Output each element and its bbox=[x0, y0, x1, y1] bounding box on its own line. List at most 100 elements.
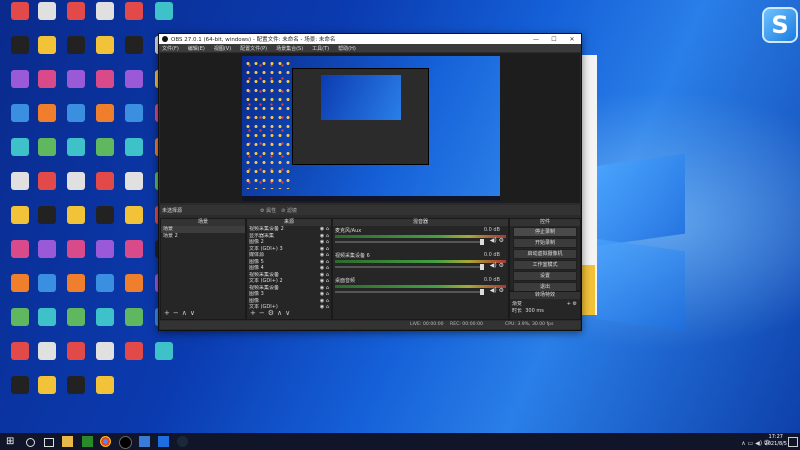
desktop-icon[interactable] bbox=[150, 2, 178, 20]
visibility-lock-icon[interactable]: ◉ ⌂ bbox=[320, 304, 331, 311]
desktop-icon[interactable] bbox=[6, 70, 34, 88]
desktop-icon[interactable] bbox=[91, 138, 119, 156]
desktop-icon[interactable] bbox=[120, 172, 148, 190]
desktop-icon[interactable] bbox=[150, 342, 178, 360]
add-transition-icon[interactable]: + ⚙ bbox=[567, 301, 580, 308]
steam-icon[interactable] bbox=[177, 436, 188, 447]
desktop-icon[interactable] bbox=[6, 36, 34, 54]
desktop-icon[interactable] bbox=[91, 104, 119, 122]
desktop-icon[interactable] bbox=[33, 138, 61, 156]
desktop-icon[interactable] bbox=[62, 104, 90, 122]
desktop-icon[interactable] bbox=[62, 36, 90, 54]
app-icon[interactable] bbox=[139, 436, 150, 447]
desktop-icon[interactable] bbox=[33, 376, 61, 394]
desktop-icon[interactable] bbox=[6, 172, 34, 190]
desktop-icon[interactable] bbox=[6, 104, 34, 122]
desktop-icon[interactable] bbox=[91, 70, 119, 88]
volume-slider[interactable] bbox=[335, 289, 485, 295]
app-icon[interactable] bbox=[82, 436, 93, 447]
desktop-icon[interactable] bbox=[91, 308, 119, 326]
menu-scene-collection[interactable]: 场景集合(S) bbox=[276, 45, 303, 52]
desktop-icon[interactable] bbox=[120, 138, 148, 156]
scene-item[interactable]: 场景 2 bbox=[161, 233, 245, 240]
stop-recording-button[interactable]: 停止录制 bbox=[513, 227, 577, 237]
task-view-icon[interactable] bbox=[44, 438, 54, 447]
studio-mode-button[interactable]: 工作室模式 bbox=[513, 260, 577, 270]
obs-taskbar-icon[interactable] bbox=[119, 436, 132, 449]
desktop-icon[interactable] bbox=[62, 138, 90, 156]
desktop-icon[interactable] bbox=[91, 2, 119, 20]
duration-input[interactable]: 300 ms bbox=[525, 308, 544, 314]
maximize-icon[interactable]: ☐ bbox=[545, 36, 563, 43]
menu-tools[interactable]: 工具(T) bbox=[312, 45, 329, 52]
obs-titlebar[interactable]: OBS 27.0.1 (64-bit, windows) - 配置文件: 未命名… bbox=[159, 34, 581, 44]
desktop-icon[interactable] bbox=[62, 240, 90, 258]
speaker-gear-icon[interactable]: ◀) ⚙ bbox=[490, 237, 504, 244]
desktop-icon[interactable] bbox=[91, 36, 119, 54]
desktop-icon[interactable] bbox=[6, 240, 34, 258]
scene-controls[interactable]: +−∧∨ bbox=[164, 309, 198, 317]
desktop-icon[interactable] bbox=[33, 342, 61, 360]
desktop-icon[interactable] bbox=[91, 376, 119, 394]
desktop-icon[interactable] bbox=[6, 2, 34, 20]
desktop-icon[interactable] bbox=[33, 70, 61, 88]
menu-help[interactable]: 帮助(H) bbox=[338, 45, 356, 52]
search-icon[interactable] bbox=[26, 438, 35, 447]
menu-edit[interactable]: 编辑(E) bbox=[188, 45, 205, 52]
start-recording-button[interactable]: 开始录制 bbox=[513, 238, 577, 248]
close-icon[interactable]: ✕ bbox=[563, 36, 581, 43]
minimize-icon[interactable]: — bbox=[527, 36, 545, 43]
desktop-icon[interactable] bbox=[120, 2, 148, 20]
windows-start-icon[interactable]: ⊞ bbox=[6, 436, 17, 447]
desktop-icon[interactable] bbox=[120, 36, 148, 54]
volume-slider[interactable] bbox=[335, 264, 485, 270]
desktop-icon[interactable] bbox=[33, 36, 61, 54]
volume-slider[interactable] bbox=[335, 239, 485, 245]
desktop-icon[interactable] bbox=[91, 206, 119, 224]
speaker-gear-icon[interactable]: ◀) ⚙ bbox=[490, 262, 504, 269]
desktop-icon[interactable] bbox=[6, 206, 34, 224]
app-s-logo-icon[interactable]: S bbox=[762, 7, 798, 43]
properties-button[interactable]: ⚙ 属性 bbox=[260, 207, 276, 214]
desktop-icon[interactable] bbox=[33, 240, 61, 258]
desktop-icon[interactable] bbox=[120, 274, 148, 292]
source-controls[interactable]: +−⚙∧∨ bbox=[250, 309, 293, 317]
desktop-icon[interactable] bbox=[6, 138, 34, 156]
desktop-icon[interactable] bbox=[62, 342, 90, 360]
desktop-icon[interactable] bbox=[6, 342, 34, 360]
virtual-camera-button[interactable]: 启动虚拟摄像机 bbox=[513, 249, 577, 259]
desktop-icon[interactable] bbox=[6, 274, 34, 292]
desktop-icon[interactable] bbox=[120, 70, 148, 88]
chrome-icon[interactable] bbox=[100, 436, 111, 447]
desktop-icon[interactable] bbox=[91, 172, 119, 190]
desktop-icon[interactable] bbox=[62, 308, 90, 326]
obs-preview-area[interactable] bbox=[160, 53, 580, 203]
desktop-icon[interactable] bbox=[62, 376, 90, 394]
desktop-icon[interactable] bbox=[62, 172, 90, 190]
menu-file[interactable]: 文件(F) bbox=[162, 45, 179, 52]
desktop-icon[interactable] bbox=[6, 308, 34, 326]
menu-view[interactable]: 视图(V) bbox=[214, 45, 231, 52]
desktop-icon[interactable] bbox=[62, 2, 90, 20]
desktop-icon[interactable] bbox=[62, 70, 90, 88]
desktop-icon[interactable] bbox=[6, 376, 34, 394]
speaker-gear-icon[interactable]: ◀) ⚙ bbox=[490, 287, 504, 294]
desktop-icon[interactable] bbox=[62, 206, 90, 224]
desktop-icon[interactable] bbox=[91, 240, 119, 258]
desktop-icon[interactable] bbox=[62, 274, 90, 292]
desktop-icon[interactable] bbox=[33, 2, 61, 20]
desktop-icon[interactable] bbox=[120, 104, 148, 122]
desktop-icon[interactable] bbox=[120, 206, 148, 224]
desktop-icon[interactable] bbox=[33, 308, 61, 326]
clock[interactable]: 17:27 2021/8/5 bbox=[765, 434, 787, 448]
desktop-icon[interactable] bbox=[120, 342, 148, 360]
file-explorer-icon[interactable] bbox=[62, 436, 73, 447]
menu-profile[interactable]: 配置文件(P) bbox=[240, 45, 267, 52]
app-icon[interactable] bbox=[158, 436, 169, 447]
obs-window[interactable]: OBS 27.0.1 (64-bit, windows) - 配置文件: 未命名… bbox=[158, 33, 582, 331]
desktop-icon[interactable] bbox=[33, 206, 61, 224]
desktop-icon[interactable] bbox=[33, 274, 61, 292]
desktop-icon[interactable] bbox=[120, 240, 148, 258]
desktop-icon[interactable] bbox=[33, 172, 61, 190]
desktop-icon[interactable] bbox=[120, 308, 148, 326]
